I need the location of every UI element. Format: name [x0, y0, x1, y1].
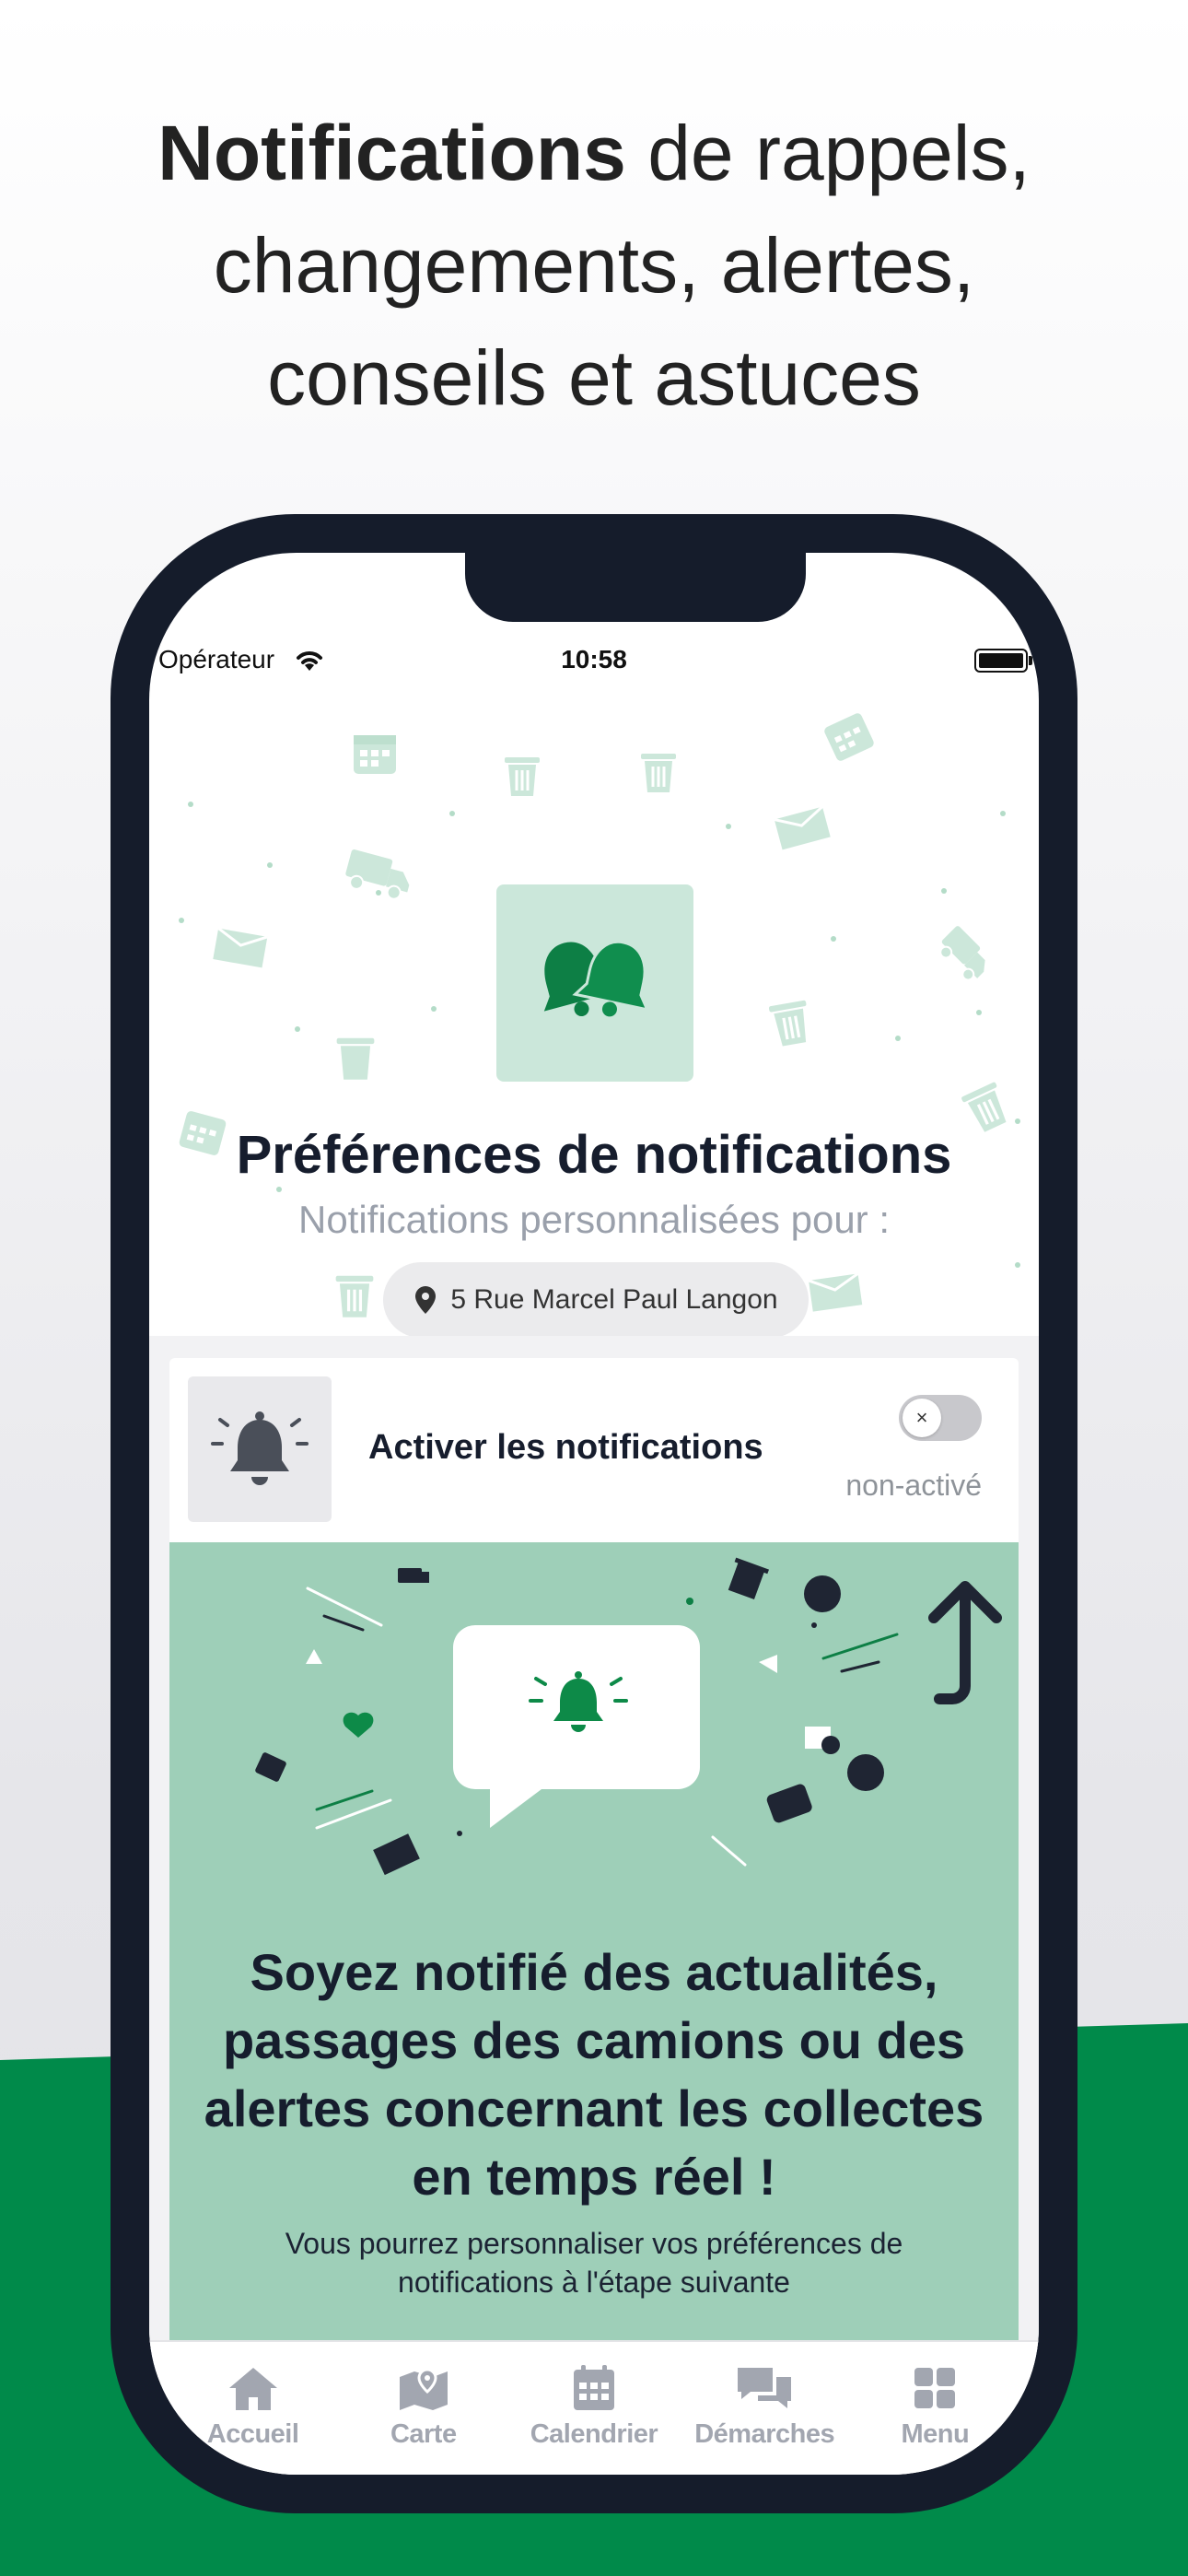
trash-deco-icon: [336, 1037, 375, 1080]
tab-bar: Accueil Carte Calendrier Démarches Menu: [149, 2340, 1039, 2475]
tab-label: Calendrier: [530, 2419, 658, 2449]
notification-bells-tile: [496, 884, 693, 1082]
notifications-toggle-card[interactable]: Activer les notifications × non-activé: [169, 1358, 1019, 1542]
deco-dot: [188, 802, 193, 807]
tab-calendrier[interactable]: Calendrier: [511, 2342, 677, 2475]
toggle-label: Activer les notifications: [368, 1428, 763, 1467]
double-bell-icon: [543, 940, 650, 1017]
deco-dot: [895, 1036, 901, 1041]
headline: Notifications de rappels, changements, a…: [0, 97, 1188, 434]
truck-deco-icon: [939, 926, 985, 981]
headline-bold: Notifications: [157, 110, 626, 196]
deco-dot: [267, 862, 273, 868]
grid-icon: [914, 2368, 956, 2408]
calendar-deco-icon: [824, 713, 874, 761]
clock: 10:58: [561, 645, 627, 673]
content-area: Activer les notifications × non-activé S…: [149, 1336, 1039, 2371]
trash-deco-icon: [768, 1000, 807, 1047]
toggle-state-text: non-activé: [845, 1469, 982, 1502]
headline-line1-rest: de rappels,: [625, 110, 1031, 196]
deco-dot: [726, 824, 731, 829]
ringing-bell-icon: [211, 1411, 309, 1485]
deco-dot: [1015, 1262, 1020, 1268]
tab-demarches[interactable]: Démarches: [681, 2342, 847, 2475]
deco-dot: [941, 888, 947, 894]
tab-label: Accueil: [206, 2419, 299, 2449]
tab-label: Menu: [901, 2419, 970, 2449]
phone-frame: Opérateur 10:58 Préférences de notificat…: [111, 514, 1077, 2513]
promo-title: Soyez notifié des actualités, passages d…: [204, 1943, 984, 2206]
box-deco-icon: [774, 805, 831, 850]
chat-icon: [738, 2368, 792, 2408]
address-text: 5 Rue Marcel Paul Langon: [450, 1284, 778, 1315]
deco-dot: [295, 1026, 300, 1032]
promo-text: Vous pourrez personnaliser vos préférenc…: [285, 2227, 903, 2299]
hero-section: Préférences de notifications Notificatio…: [149, 700, 1039, 1336]
headline-line3: conseils et astuces: [267, 334, 921, 421]
status-bar: Opérateur 10:58: [149, 645, 1039, 682]
trash-deco-icon: [335, 1275, 374, 1317]
arrow-up-icon: [928, 1581, 1002, 1704]
location-pin-icon: [415, 1286, 437, 1314]
tab-accueil[interactable]: Accueil: [170, 2342, 336, 2475]
card-icon-box: [188, 1376, 332, 1522]
tab-carte[interactable]: Carte: [341, 2342, 507, 2475]
deco-dot: [431, 1006, 437, 1012]
promo-panel: Soyez notifié des actualités, passages d…: [169, 1542, 1019, 2371]
tab-label: Carte: [390, 2419, 457, 2449]
promo-illustration: [255, 1557, 1002, 1876]
deco-dot: [376, 890, 381, 896]
switch-knob-x-icon: ×: [903, 1399, 941, 1437]
battery-icon: [974, 649, 1032, 673]
address-chip[interactable]: 5 Rue Marcel Paul Langon: [383, 1262, 809, 1336]
speech-bubble-bell: [453, 1625, 700, 1828]
headline-line2: changements, alertes,: [213, 222, 975, 309]
map-icon: [399, 2368, 448, 2410]
home-icon: [228, 2368, 277, 2410]
calendar-deco-icon: [354, 735, 396, 774]
phone-notch: [465, 553, 806, 622]
trash-deco-icon: [505, 757, 540, 796]
box-deco-icon: [213, 927, 268, 968]
tab-menu[interactable]: Menu: [852, 2342, 1018, 2475]
trash-deco-icon: [641, 754, 676, 792]
deco-dot: [1000, 811, 1006, 816]
deco-dot: [976, 1010, 982, 1015]
calendar-icon: [573, 2365, 614, 2410]
tab-label: Démarches: [694, 2419, 835, 2449]
deco-dot: [449, 811, 455, 816]
notifications-switch[interactable]: ×: [899, 1395, 982, 1441]
page-title: Préférences de notifications: [236, 1125, 952, 1185]
deco-dot: [276, 1187, 282, 1192]
box-deco-icon: [808, 1272, 863, 1312]
deco-dot: [179, 918, 184, 923]
deco-dot: [831, 936, 836, 942]
page-subtitle: Notifications personnalisées pour :: [297, 1198, 891, 1241]
phone-screen: Opérateur 10:58 Préférences de notificat…: [149, 553, 1039, 2475]
